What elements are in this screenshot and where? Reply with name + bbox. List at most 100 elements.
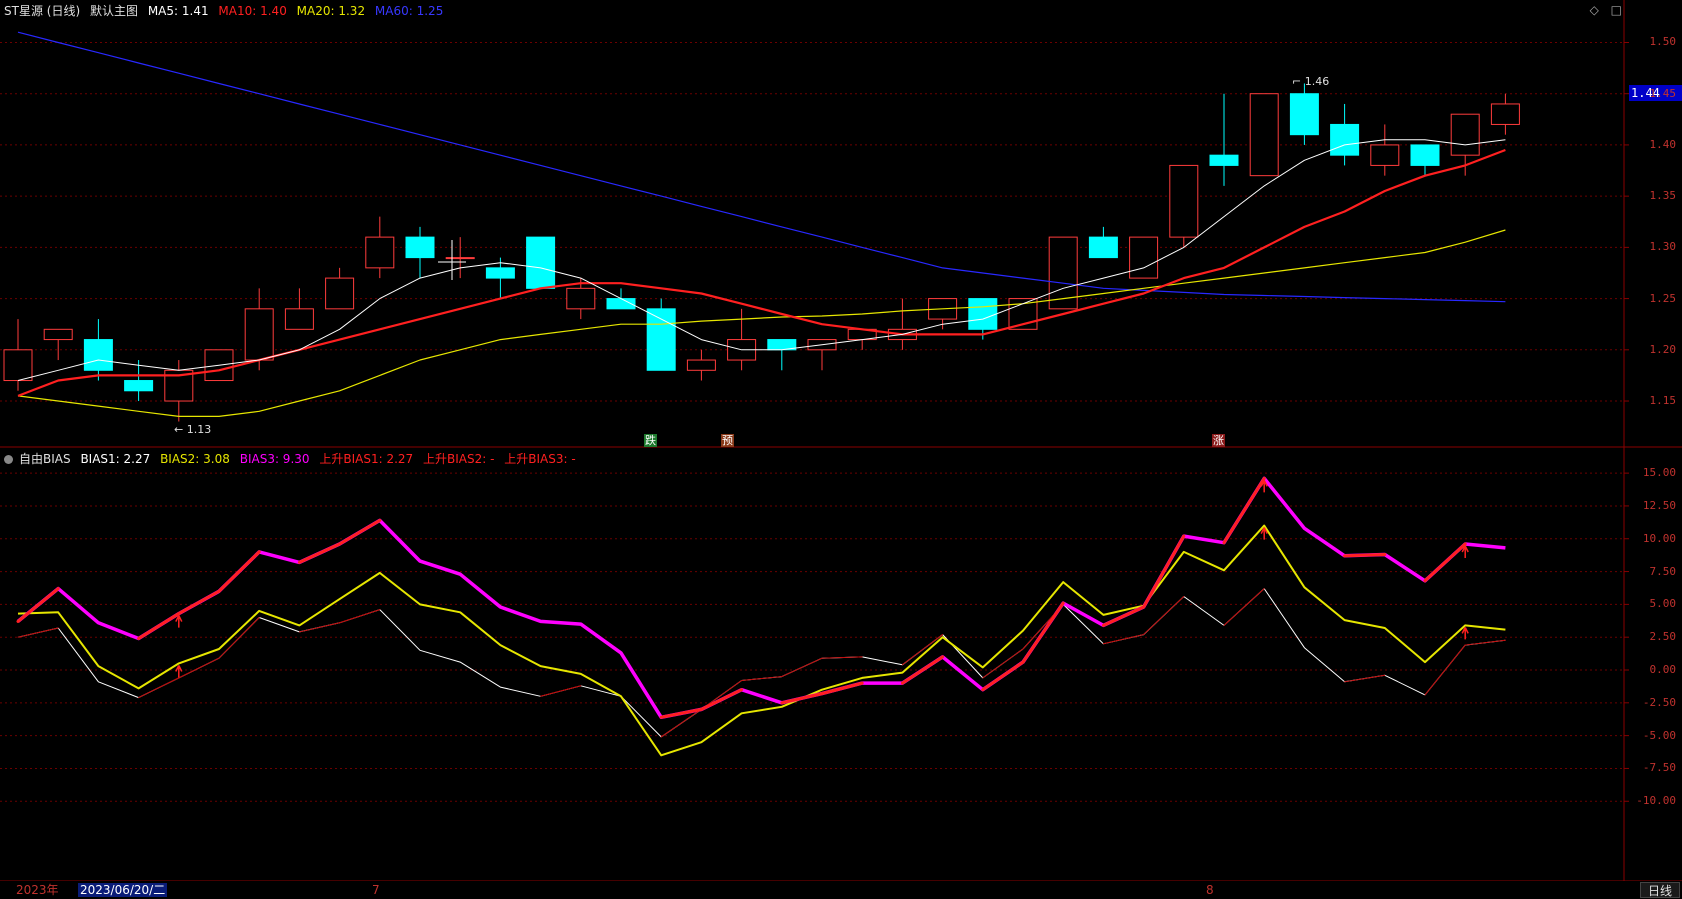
price-axis-label: 1.45 — [1649, 86, 1677, 100]
bias3-line — [16, 476, 1506, 720]
candle-body — [1330, 123, 1360, 156]
candle-body — [526, 236, 556, 289]
price-axis-label: 1.35 — [1649, 189, 1677, 203]
toolbar-icons: ◇ □ — [1582, 3, 1622, 17]
candle-body — [1209, 154, 1239, 166]
ma10-line — [17, 148, 1506, 397]
time-axis-bar — [0, 881, 1682, 899]
ma60-line — [17, 31, 1506, 303]
candle-body — [445, 257, 475, 260]
bias3-rising-segment — [177, 589, 221, 616]
bias-axis-label: -2.50 — [1642, 695, 1676, 709]
candle-body — [124, 380, 154, 392]
month-8-label: 8 — [1206, 883, 1214, 897]
bias-axis-label: 15.00 — [1642, 466, 1676, 480]
candle-body — [1129, 236, 1159, 279]
low-price-marker: ← 1.13 — [174, 423, 212, 436]
bias3-rising-segment — [338, 518, 382, 546]
candle-body — [365, 236, 395, 269]
candle-body — [1088, 236, 1118, 259]
bias3-rising-segment — [16, 587, 60, 623]
candle-body — [1450, 113, 1480, 156]
bias-axis-label: 2.50 — [1649, 630, 1677, 644]
price-axis-label: 1.15 — [1649, 394, 1677, 408]
candle-body — [485, 267, 515, 279]
ma5-line — [17, 139, 1506, 381]
up-bias2-value: 上升BIAS2: - — [423, 452, 495, 466]
candle-body — [325, 277, 355, 310]
ma20-line — [17, 229, 1506, 417]
bias1-rising-segment — [1143, 596, 1185, 636]
signal-rise: 涨 — [1212, 434, 1225, 447]
rising-arrow-icon — [175, 665, 183, 678]
bias1-rising-segment — [1464, 639, 1506, 646]
bias-axis-label: 0.00 — [1649, 663, 1677, 676]
candle-body — [405, 236, 435, 259]
diamond-icon[interactable]: ◇ — [1590, 3, 1599, 17]
bias1-rising-segment — [781, 657, 823, 678]
bias1-rising-segment — [298, 622, 341, 633]
candle-body — [1169, 164, 1199, 238]
high-price-marker: ⌐ 1.46 — [1292, 75, 1330, 88]
stock-title[interactable]: ST星源 (日线) — [4, 4, 80, 18]
period-button[interactable]: 日线 — [1640, 882, 1680, 898]
indicator-settings-icon[interactable] — [4, 455, 13, 464]
bias-axis-label: 12.50 — [1642, 498, 1676, 512]
bias3-rising-segment — [1142, 534, 1186, 609]
chart-canvas[interactable] — [0, 0, 1682, 899]
square-icon[interactable]: □ — [1611, 3, 1622, 17]
candle-body — [1370, 144, 1400, 166]
bias1-rising-segment — [138, 677, 180, 699]
up-bias1-value: 上升BIAS1: 2.27 — [319, 452, 414, 466]
candle-body — [686, 359, 716, 371]
candle-body — [1289, 93, 1319, 136]
ma5-value: MA5: 1.41 — [147, 4, 209, 18]
bias1-rising-segment — [1344, 674, 1386, 683]
month-7-label: 7 — [372, 883, 380, 897]
candle-body — [284, 308, 314, 330]
ma20-value: MA20: 1.32 — [296, 4, 366, 18]
bias1-rising-segment — [1223, 588, 1265, 626]
bias1-line — [17, 588, 1506, 738]
bias3-value: BIAS3: 9.30 — [239, 452, 310, 466]
candle-body — [1249, 93, 1279, 177]
candle-body — [1490, 103, 1520, 125]
bias1-rising-segment — [218, 617, 260, 659]
rising-arrow-icon — [175, 615, 183, 628]
candle-body — [3, 349, 33, 382]
bias1-rising-segment — [1102, 634, 1145, 645]
price-axis-label: 1.50 — [1649, 35, 1677, 49]
signal-warning: 预 — [721, 434, 734, 447]
up-bias3-value: 上升BIAS3: - — [504, 452, 576, 466]
signal-fall: 跌 — [644, 434, 657, 447]
low-price-value: 1.13 — [186, 423, 212, 436]
bias-axis-label: -5.00 — [1642, 728, 1676, 742]
bias1-value: BIAS1: 2.27 — [80, 452, 151, 466]
bias-axis-label: 5.00 — [1649, 597, 1677, 611]
bias3-rising-segment — [981, 660, 1025, 692]
bias-axis-label: -7.50 — [1642, 761, 1676, 775]
candle-body — [244, 308, 274, 361]
bias3-rising-segment — [137, 612, 181, 640]
bias3-rising-segment — [1343, 553, 1387, 558]
chart-mode-label[interactable]: 默认主图 — [90, 4, 138, 18]
bias1-rising-segment — [17, 627, 59, 638]
bias1-rising-segment — [540, 685, 582, 697]
bias1-rising-segment — [741, 676, 783, 681]
high-price-value: 1.46 — [1304, 75, 1330, 88]
bias3-rising-segment — [1423, 542, 1467, 583]
rising-arrow-icon — [1461, 627, 1469, 640]
bias3-rising-segment — [1021, 601, 1065, 664]
bias-axis-label: -10.00 — [1636, 794, 1676, 808]
main-chart-legend: ST星源 (日线) 默认主图 MA5: 1.41 MA10: 1.40 MA20… — [4, 3, 449, 19]
candle-body — [43, 328, 73, 341]
bias1-rising-segment — [821, 656, 863, 659]
ma60-value: MA60: 1.25 — [374, 4, 444, 18]
ma10-value: MA10: 1.40 — [218, 4, 287, 18]
bias3-rising-segment — [699, 688, 744, 711]
candle-body — [1410, 144, 1440, 166]
price-axis-label: 1.30 — [1649, 240, 1677, 254]
price-axis-label: 1.20 — [1649, 342, 1677, 356]
price-axis-label: 1.40 — [1649, 137, 1677, 151]
indicator-name[interactable]: 自由BIAS — [19, 452, 71, 466]
